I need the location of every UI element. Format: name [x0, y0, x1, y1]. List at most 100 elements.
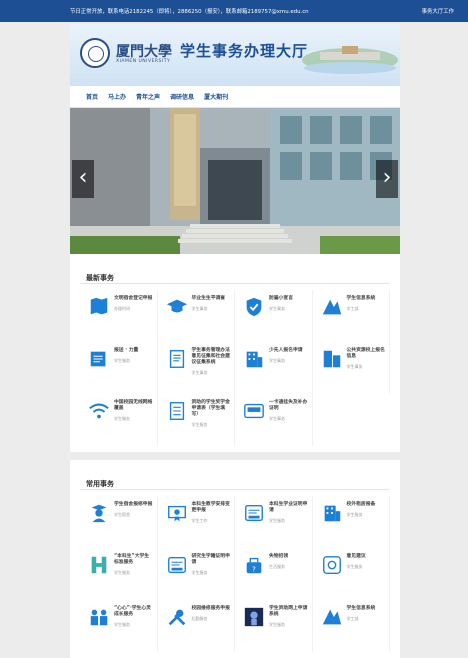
latest-affair-item-category: 办理时间: [114, 306, 130, 311]
latest-affairs-grid: 文明宿舍登记申报 办理时间 毕业生生平调查 学生事务 防骗小宣言 学生事务 学生信息系统 学工…: [80, 284, 390, 452]
common-affair-item-name: “心心”·学生心灵成长服务: [114, 606, 151, 617]
latest-affair-item-name: 资助的学生奖学金申请表（学生填写）: [191, 400, 230, 417]
banner-carousel[interactable]: ‹ ›: [70, 108, 400, 254]
common-affair-item[interactable]: “心心”·学生心灵成长服务 学生服务: [80, 600, 158, 652]
document-icon: [166, 348, 188, 370]
banner-building-image: [70, 108, 400, 254]
common-affair-item-category: 学生服务: [346, 512, 363, 517]
latest-affair-item-name: 中国校园无线网络覆盖: [114, 400, 153, 411]
carousel-prev-button[interactable]: ‹: [72, 160, 94, 198]
students-icon: [88, 606, 110, 628]
latest-affair-item[interactable]: 毕业生生平调查 学生事务: [158, 290, 235, 342]
common-affair-item-text: 学生宿舍报修申报 学生宿舍: [114, 502, 153, 518]
common-affair-item-category: 学生服务: [346, 564, 363, 569]
common-affair-item[interactable]: 本科生教学安排变更申报 学生工作: [158, 496, 235, 548]
nav-quick[interactable]: 马上办: [108, 92, 126, 101]
common-affair-item[interactable]: ? 失物招领生活服务: [235, 548, 313, 600]
common-affair-item[interactable]: 校园维修服务申报 后勤服务: [158, 600, 235, 652]
latest-affair-item-category: 学生服务: [114, 358, 130, 363]
latest-affair-item-category: 学生事务: [346, 364, 363, 369]
card-icon: [243, 400, 265, 422]
latest-affair-item[interactable]: 防骗小宣言 学生事务: [235, 290, 313, 342]
university-seal-icon[interactable]: [80, 38, 110, 68]
latest-affair-item[interactable]: 学生事务管理办法意见征集和社会建议征集系统 学生事务: [158, 342, 235, 394]
common-affair-item[interactable]: 学生信息系统 学工部: [313, 600, 390, 652]
site-title: 学生事务办理大厅: [180, 42, 309, 60]
latest-affair-item-text: 防骗小宣言 学生事务: [269, 296, 308, 312]
university-name: 厦門大學: [116, 44, 172, 60]
common-affair-item-text: “本科生”大学生标准服务 学生服务: [114, 554, 153, 576]
common-affair-item-category: 生活服务: [269, 564, 285, 569]
latest-affair-item-name: 防骗小宣言: [269, 296, 293, 301]
tools-icon: [166, 606, 188, 628]
top-notice-bar: 节日正常开放，联系电话2182245（即将），2886250（报安），联系邮箱2…: [0, 0, 468, 22]
common-affair-item-text: 本科生教学安排变更申报 学生工作: [192, 502, 231, 524]
common-affair-item-name: 失物招领: [269, 554, 289, 559]
carousel-next-button[interactable]: ›: [376, 160, 398, 198]
latest-affair-item-text: 资助的学生奖学金申请表（学生填写） 学生服务: [192, 400, 231, 428]
svg-text:?: ?: [252, 564, 256, 573]
nav-home[interactable]: 首页: [86, 92, 98, 101]
common-affair-item[interactable]: 学生宿舍报修申报 学生宿舍: [80, 496, 158, 548]
latest-affair-item-name: 文明宿舍登记申报: [114, 296, 153, 301]
wifi-icon: [88, 400, 110, 422]
common-affair-item-name: 校外租房报备: [346, 502, 376, 507]
common-affairs-title: 常用事务: [80, 468, 390, 490]
common-affair-item[interactable]: “本科生”大学生标准服务 学生服务: [80, 548, 158, 600]
latest-affair-item-category: 学生服务: [114, 416, 130, 421]
common-affair-item-text: 研究生学籍证明申请 学生服务: [192, 554, 231, 576]
latest-affair-item-text: 毕业生生平调查 学生事务: [192, 296, 231, 312]
student-card-icon: [166, 554, 188, 576]
pen-book-icon: [88, 348, 110, 370]
feedback-icon: [321, 554, 343, 576]
hall-link[interactable]: 事务大厅工作: [422, 7, 454, 15]
common-affair-item-text: 学生资助网上申请系统 学生服务: [269, 606, 308, 628]
latest-affair-item-name: 学生信息系统: [346, 296, 376, 301]
latest-affair-item-text: 学生信息系统 学工部: [347, 296, 386, 312]
common-affair-item-category: 学生宿舍: [114, 512, 130, 517]
latest-affair-item-category: 学生事务: [191, 306, 208, 311]
campus-scenery-image: [302, 46, 398, 74]
latest-affair-item-category: 学生事务: [191, 370, 208, 375]
latest-affair-item[interactable]: 公共资源校上报名信息 学生事务: [313, 342, 390, 394]
latest-affair-item-name: 毕业生生平调查: [191, 296, 226, 301]
nav-youth-voice[interactable]: 青年之声: [136, 92, 160, 101]
common-affair-item[interactable]: 研究生学籍证明申请 学生服务: [158, 548, 235, 600]
common-affair-item[interactable]: 校外租房报备 学生服务: [313, 496, 390, 548]
common-affair-item-name: 意见建议: [346, 554, 366, 559]
common-affair-item[interactable]: 意见建议 学生服务: [313, 548, 390, 600]
building-icon: [321, 502, 343, 524]
latest-affair-item-category: 学生事务: [269, 416, 285, 421]
latest-affair-item-text: 少先人报名申请 学生事务: [269, 348, 308, 364]
common-affair-item-name: 学生宿舍报修申报: [114, 502, 153, 507]
latest-affair-item[interactable]: 少先人报名申请 学生事务: [235, 342, 313, 394]
latest-affair-item[interactable]: 文明宿舍登记申报 办理时间: [80, 290, 158, 342]
latest-affair-item[interactable]: 学生信息系统 学工部: [313, 290, 390, 342]
graduate-person-icon: [88, 502, 110, 524]
latest-affair-item[interactable]: 一卡通挂失及补办证明学生事务: [235, 394, 313, 446]
common-affair-item-category: 后勤服务: [191, 616, 208, 621]
shield-check-icon: [243, 296, 265, 318]
graduation-cap-icon: [166, 296, 188, 318]
building-icon: [243, 348, 265, 370]
nav-survey[interactable]: 调研信息: [170, 92, 194, 101]
common-affair-item[interactable]: 本科生学业证明申请 学生服务: [235, 496, 313, 548]
poster-icon: [243, 606, 265, 628]
office-icon: [321, 348, 343, 370]
common-affair-item[interactable]: 学生资助网上申请系统 学生服务: [235, 600, 313, 652]
university-name-en: XIAMEN UNIVERSITY: [116, 59, 171, 64]
common-affair-item-name: 本科生教学安排变更申报: [191, 502, 230, 513]
latest-affair-item[interactable]: 资助的学生奖学金申请表（学生填写） 学生服务: [158, 394, 235, 446]
common-affair-item-text: 学生信息系统 学工部: [347, 606, 386, 622]
latest-affairs-section: 最新事务 文明宿舍登记申报 办理时间 毕业生生平调查 学生事务 防骗小宣言 学生事务 学生信…: [70, 262, 400, 452]
common-affairs-grid: 学生宿舍报修申报 学生宿舍 本科生教学安排变更申报 学生工作 本科生学业证明申请 学生服务…: [80, 490, 390, 658]
common-affair-item-name: 学生信息系统: [346, 606, 376, 611]
latest-affair-item-name: 少先人报名申请: [269, 348, 303, 353]
latest-affair-item[interactable]: 报送 · 力量 学生服务: [80, 342, 158, 394]
common-affair-item-category: 学生服务: [269, 518, 285, 523]
nav-journal[interactable]: 厦大期刊: [204, 92, 228, 101]
common-affair-item-text: 本科生学业证明申请 学生服务: [269, 502, 308, 524]
xmu-logo-icon: [321, 296, 343, 318]
latest-affair-item-name: 一卡通挂失及补办证明: [269, 400, 308, 411]
latest-affair-item[interactable]: 中国校园无线网络覆盖学生服务: [80, 394, 158, 446]
